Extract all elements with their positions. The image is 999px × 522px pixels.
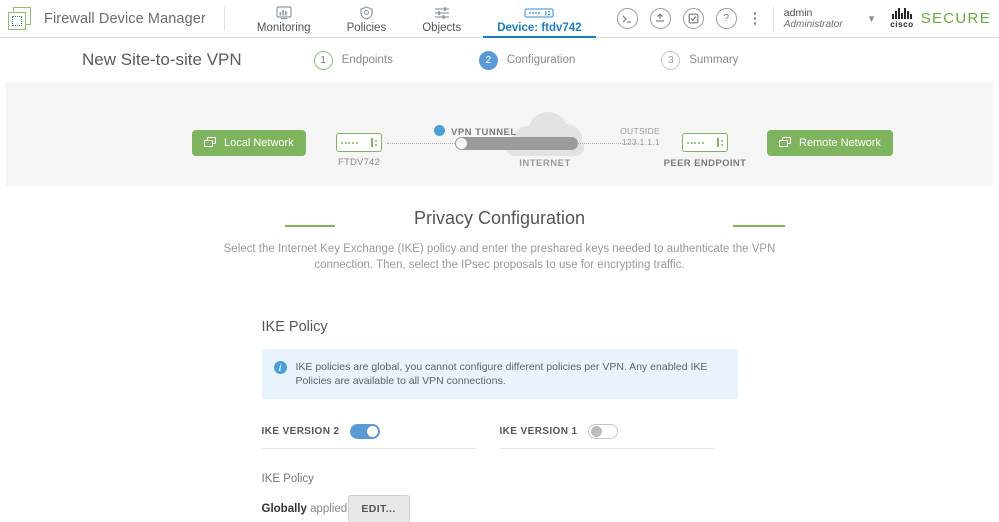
fdm-logo[interactable] bbox=[0, 0, 40, 37]
nav-tab-policies[interactable]: Policies bbox=[329, 0, 405, 37]
cli-console-icon[interactable] bbox=[616, 8, 638, 29]
ike-policy-status-value: Globally bbox=[261, 503, 307, 515]
vpn-tunnel-status-dot bbox=[434, 125, 445, 136]
vpn-topology-diagram: Local Network FTDV742 INTERNET VPN TUNNE… bbox=[6, 82, 993, 227]
page-title: New Site-to-site VPN bbox=[82, 50, 242, 69]
deploy-icon[interactable] bbox=[649, 8, 671, 29]
nav-tab-objects[interactable]: Objects bbox=[404, 0, 479, 37]
device-appliance-icon bbox=[524, 5, 555, 20]
peer-endpoint-label: PEER ENDPOINT bbox=[663, 158, 747, 169]
nav-label-objects: Objects bbox=[422, 21, 462, 34]
step-label-endpoints: Endpoints bbox=[341, 54, 393, 66]
wizard-bar: New Site-to-site VPN 1 Endpoints 2 Confi… bbox=[0, 38, 999, 82]
header-tools: ? admin Administrator ▾ cisco SECURE bbox=[611, 0, 999, 37]
step-number-2: 2 bbox=[478, 50, 498, 70]
remote-network-icon bbox=[779, 137, 792, 149]
ike-version-2-group: IKE VERSION 2 bbox=[261, 424, 500, 449]
ike-version-1-toggle[interactable] bbox=[587, 424, 618, 439]
ike-policy-status: Globally applied bbox=[262, 503, 348, 515]
ike-policy-form: IKE Policy i IKE policies are global, yo… bbox=[261, 273, 738, 522]
app-header: Firewall Device Manager Monitoring Polic… bbox=[0, 0, 999, 38]
ike-version-2-label: IKE VERSION 2 bbox=[261, 426, 340, 437]
cisco-secure-logo: cisco SECURE bbox=[890, 8, 991, 29]
logo-dotted-square bbox=[12, 15, 22, 26]
local-device-label: FTDV742 bbox=[337, 157, 381, 168]
local-device-icon bbox=[336, 133, 382, 152]
peer-ip-label: 123.1.1.1 bbox=[621, 137, 660, 147]
ike-policy-field-label: IKE Policy bbox=[261, 473, 314, 485]
local-link-line bbox=[285, 225, 335, 227]
nav-label-device: Device: ftdv742 bbox=[497, 21, 582, 34]
vpn-tunnel-label: VPN TUNNEL bbox=[451, 127, 517, 138]
user-role: Administrator bbox=[783, 18, 843, 30]
outside-label: OUTSIDE bbox=[620, 126, 660, 136]
wizard-step-configuration[interactable]: 2 Configuration bbox=[478, 50, 576, 70]
secure-wordmark: SECURE bbox=[920, 10, 991, 27]
remote-network-box[interactable]: Remote Network bbox=[767, 130, 893, 156]
section-description: Select the Internet Key Exchange (IKE) p… bbox=[223, 243, 776, 271]
step-label-configuration: Configuration bbox=[506, 54, 576, 66]
info-banner-text: IKE policies are global, you cannot conf… bbox=[295, 361, 708, 387]
ike-policy-edit-button[interactable]: EDIT... bbox=[347, 495, 410, 522]
user-menu[interactable]: admin Administrator ▾ bbox=[784, 7, 874, 31]
step-label-summary: Summary bbox=[689, 54, 739, 66]
nav-label-monitoring: Monitoring bbox=[256, 21, 311, 34]
section-heading: Privacy Configuration bbox=[413, 208, 586, 228]
local-network-label: Local Network bbox=[224, 137, 294, 149]
chevron-down-icon: ▾ bbox=[868, 13, 875, 25]
vpn-tunnel-bar bbox=[458, 137, 578, 150]
remote-network-label: Remote Network bbox=[799, 137, 881, 149]
cisco-bridge-icon bbox=[892, 8, 912, 19]
tunnel-dotted-line-left bbox=[387, 143, 459, 144]
remote-link-line bbox=[733, 225, 785, 227]
ike-version-1-group: IKE VERSION 1 bbox=[499, 424, 738, 449]
more-options-icon[interactable] bbox=[747, 12, 763, 25]
nav-tab-device[interactable]: Device: ftdv742 bbox=[479, 0, 599, 38]
tasks-icon[interactable] bbox=[682, 8, 704, 29]
main-content: Privacy Configuration Select the Interne… bbox=[0, 186, 999, 522]
wizard-step-summary[interactable]: 3 Summary bbox=[661, 50, 739, 70]
info-icon: i bbox=[273, 361, 287, 374]
local-network-icon bbox=[204, 137, 217, 149]
app-title: Firewall Device Manager bbox=[44, 10, 206, 27]
ike-policy-heading: IKE Policy bbox=[261, 319, 328, 335]
header-tools-divider bbox=[772, 6, 774, 31]
step-number-1: 1 bbox=[313, 50, 333, 70]
wizard-steps: 1 Endpoints 2 Configuration 3 Summary bbox=[313, 50, 825, 70]
peer-outside-info: OUTSIDE 123.1.1.1 bbox=[590, 126, 660, 148]
main-nav: Monitoring Policies Objects Device: ftdv… bbox=[225, 0, 600, 38]
ike-policy-status-suffix: applied bbox=[310, 503, 348, 515]
wizard-step-endpoints[interactable]: 1 Endpoints bbox=[313, 50, 393, 70]
nav-tab-monitoring[interactable]: Monitoring bbox=[239, 0, 329, 37]
peer-device-icon bbox=[682, 133, 728, 152]
local-network-box[interactable]: Local Network bbox=[192, 130, 306, 156]
step-number-3: 3 bbox=[661, 50, 681, 70]
ike-version-1-label: IKE VERSION 1 bbox=[499, 426, 578, 437]
nav-label-policies: Policies bbox=[346, 21, 387, 34]
help-icon[interactable]: ? bbox=[715, 8, 737, 29]
internet-label: INTERNET bbox=[519, 158, 571, 169]
info-banner: i IKE policies are global, you cannot co… bbox=[261, 349, 738, 399]
ike-policy-field: IKE Policy Globally applied EDIT... bbox=[262, 473, 738, 522]
policies-shield-icon bbox=[359, 5, 374, 20]
ike-version-toggles: IKE VERSION 2 IKE VERSION 1 bbox=[261, 424, 738, 449]
monitoring-icon bbox=[276, 5, 292, 20]
cisco-wordmark: cisco bbox=[890, 20, 914, 29]
objects-sliders-icon bbox=[434, 5, 450, 20]
vpn-tunnel-cap-left bbox=[455, 137, 468, 150]
user-name: admin bbox=[783, 6, 813, 19]
ike-version-2-toggle[interactable] bbox=[349, 424, 380, 439]
